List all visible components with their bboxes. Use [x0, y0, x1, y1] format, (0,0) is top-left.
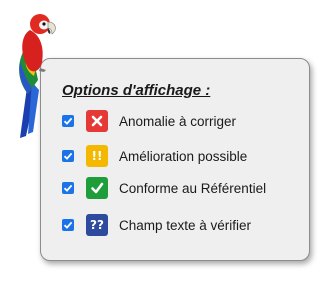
checkbox-champ-texte[interactable]	[62, 219, 74, 231]
option-label: Champ texte à vérifier	[119, 217, 252, 233]
option-label: Amélioration possible	[119, 148, 248, 164]
checkbox-anomalie[interactable]	[62, 115, 74, 127]
x-icon	[86, 110, 108, 132]
question-icon: ??	[86, 214, 108, 236]
option-champ-texte: ?? Champ texte à vérifier	[62, 213, 251, 237]
parrot-mascot	[19, 14, 56, 138]
exclamation-icon: !!	[86, 145, 108, 167]
option-conforme: Conforme au Référentiel	[62, 176, 266, 200]
option-label: Anomalie à corriger	[119, 113, 237, 129]
panel-title: Options d'affichage :	[62, 82, 211, 99]
checkbox-conforme[interactable]	[62, 182, 74, 194]
checkmark-icon	[86, 177, 108, 199]
option-amelioration: !! Amélioration possible	[62, 144, 247, 168]
option-anomalie: Anomalie à corriger	[62, 109, 236, 133]
option-label: Conforme au Référentiel	[119, 180, 267, 196]
checkbox-amelioration[interactable]	[62, 150, 74, 162]
